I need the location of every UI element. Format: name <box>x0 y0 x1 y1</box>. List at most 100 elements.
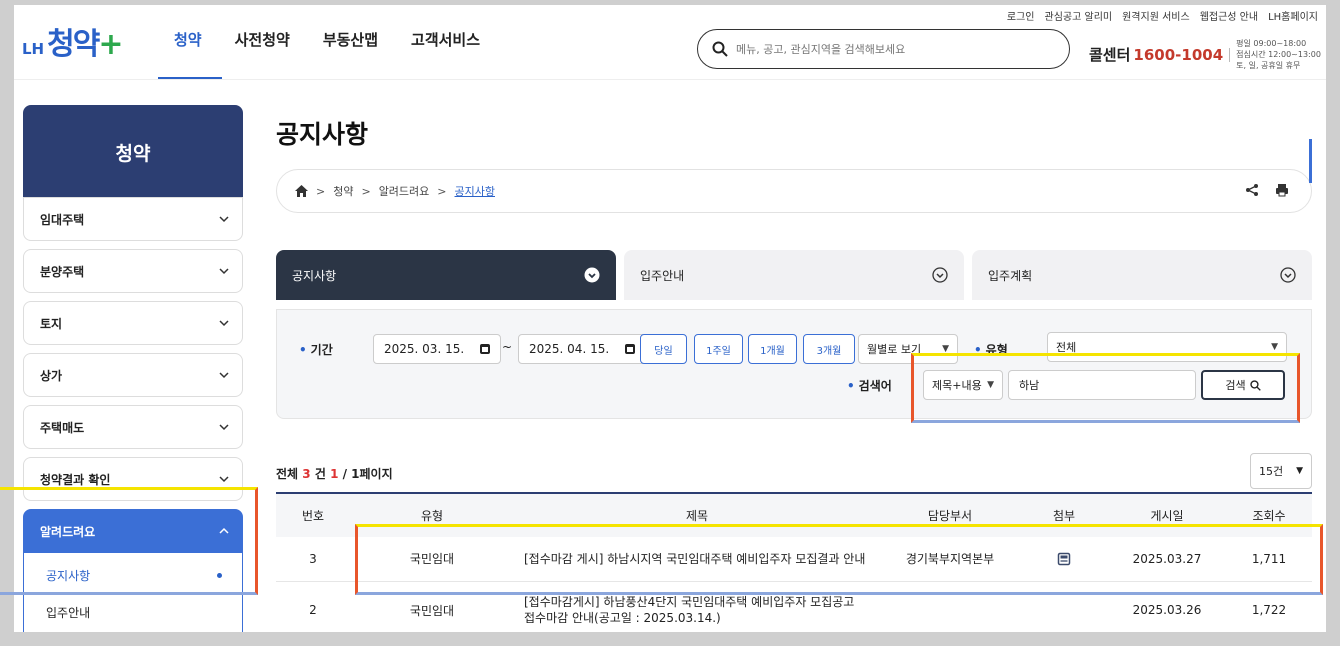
scroll-indicator <box>1309 139 1312 183</box>
table-header-row: 번호 유형 제목 담당부서 첨부 게시일 조회수 <box>276 493 1312 537</box>
sidebar-subitem-move-in[interactable]: 입주안내 <box>24 594 242 630</box>
sidebar-item-notices[interactable]: 알려드려요 <box>23 509 243 553</box>
summary-unit: 건 <box>314 467 326 481</box>
tab-move-in-plan[interactable]: 입주계획 <box>972 250 1312 300</box>
search-button[interactable]: 검색 <box>1201 370 1285 400</box>
period-1week-button[interactable]: 1주일 <box>694 334 743 364</box>
cell-title-link[interactable]: [접수마감 게시] 하남시지역 국민임대주택 예비입주자 모집결과 안내 <box>514 537 880 582</box>
utility-link-accessibility[interactable]: 웹접근성 안내 <box>1200 8 1258 23</box>
tab-label: 입주계획 <box>988 268 1033 283</box>
tab-label: 공지사항 <box>292 268 337 283</box>
col-header-views: 조회수 <box>1252 509 1286 523</box>
breadcrumb-item[interactable]: 알려드려요 <box>379 183 430 199</box>
sidebar-item-label: 분양주택 <box>40 264 85 279</box>
cell-title-link[interactable]: [접수마감게시] 하남풍산4단지 국민임대주택 예비입주자 모집공고 접수마감 … <box>514 581 880 632</box>
calendar-icon[interactable] <box>480 344 490 354</box>
period-label: 기간 <box>299 341 333 358</box>
view-mode-select[interactable]: 월별로 보기 ▼ <box>858 334 958 364</box>
caret-down-icon: ▼ <box>1271 342 1278 352</box>
gnb-item-pre-subscription[interactable]: 사전청약 <box>235 29 290 50</box>
type-value: 전체 <box>1056 341 1077 354</box>
keyword-scope-select[interactable]: 제목+내용 ▼ <box>923 370 1003 400</box>
breadcrumb-item[interactable]: 청약 <box>333 183 353 199</box>
site-search[interactable] <box>697 29 1070 69</box>
table-row[interactable]: 3 국민임대 [접수마감 게시] 하남시지역 국민임대주택 예비입주자 모집결과… <box>276 537 1312 582</box>
sidebar-item-results[interactable]: 청약결과 확인 <box>23 457 243 501</box>
chevron-down-icon <box>219 268 229 275</box>
cell-department: 경기북부지역본부 <box>880 537 1020 582</box>
call-center: 콜센터 1600-1004 평일 09:00~18:00 점심시간 12:00~… <box>1089 38 1321 71</box>
home-icon[interactable] <box>295 185 308 197</box>
search-icon <box>1249 379 1261 391</box>
date-to-value: 2025. 04. 15. <box>529 342 610 356</box>
summary-count: 3 <box>302 467 311 481</box>
period-1month-button[interactable]: 1개월 <box>748 334 797 364</box>
sidebar-item-land[interactable]: 토지 <box>23 301 243 345</box>
calendar-icon[interactable] <box>625 344 635 354</box>
keyword-input[interactable]: 하남 <box>1008 370 1196 400</box>
gnb-item-real-estate-map[interactable]: 부동산맵 <box>323 29 378 50</box>
tab-notice[interactable]: 공지사항 <box>276 250 616 300</box>
share-icon[interactable] <box>1245 183 1259 197</box>
page-size-select[interactable]: 15건 ▼ <box>1250 453 1312 489</box>
breadcrumb-separator: > <box>316 184 326 198</box>
cell-attachment <box>1020 537 1108 582</box>
sidebar-item-house-sale[interactable]: 주택매도 <box>23 405 243 449</box>
chevron-circle-down-icon <box>584 267 600 283</box>
chevron-down-icon <box>219 476 229 483</box>
chevron-down-icon <box>219 424 229 431</box>
date-from-field[interactable]: 2025. 03. 15. <box>373 334 501 364</box>
table-row[interactable]: 2 국민임대 [접수마감게시] 하남풍산4단지 국민임대주택 예비입주자 모집공… <box>276 581 1312 632</box>
logo-lh: LH <box>22 40 45 58</box>
search-button-label: 검색 <box>1225 379 1246 392</box>
date-to-field[interactable]: 2025. 04. 15. <box>518 334 646 364</box>
breadcrumb-separator: > <box>437 184 447 198</box>
hours-weekday: 평일 09:00~18:00 <box>1236 39 1307 48</box>
page-size-value: 15건 <box>1259 465 1284 478</box>
print-icon[interactable] <box>1275 183 1289 197</box>
sidebar-item-commercial[interactable]: 상가 <box>23 353 243 397</box>
sidebar-item-label: 상가 <box>40 368 63 383</box>
gnb-item-subscription[interactable]: 청약 <box>174 29 202 50</box>
page-title: 공지사항 <box>276 120 369 149</box>
caret-down-icon: ▼ <box>942 344 949 354</box>
search-filter: 기간 2025. 03. 15. ~ 2025. 04. 15. 당일 1주일 … <box>276 309 1312 419</box>
utility-link-alert[interactable]: 관심공고 알리미 <box>1045 8 1113 23</box>
cell-title-line: [접수마감게시] 하남풍산4단지 국민임대주택 예비입주자 모집공고 <box>524 595 855 609</box>
gnb-item-customer-service[interactable]: 고객서비스 <box>411 29 480 50</box>
sidebar-item-sale-housing[interactable]: 분양주택 <box>23 249 243 293</box>
notice-table: 번호 유형 제목 담당부서 첨부 게시일 조회수 3 국민임대 [접수마감 게시… <box>276 492 1312 632</box>
sidebar-item-rental-housing[interactable]: 임대주택 <box>23 197 243 241</box>
logo-name: 청약 <box>47 27 100 62</box>
caret-down-icon: ▼ <box>987 380 994 390</box>
tab-label: 입주안내 <box>640 268 685 283</box>
tab-move-in-guide[interactable]: 입주안내 <box>624 250 964 300</box>
cell-department <box>880 581 1020 632</box>
sidebar-subitem-label: 입주안내 <box>46 605 91 620</box>
call-center-number: 1600-1004 <box>1133 45 1224 64</box>
call-center-hours: 평일 09:00~18:00 점심시간 12:00~13:00 토, 일, 공휴… <box>1236 38 1321 71</box>
caret-down-icon: ▼ <box>1296 466 1303 476</box>
sidebar-item-label: 알려드려요 <box>40 524 96 539</box>
search-icon <box>712 41 728 57</box>
period-3month-button[interactable]: 3개월 <box>803 334 855 364</box>
breadcrumb-current[interactable]: 공지사항 <box>455 183 495 199</box>
result-summary: 전체 3 건 1 / 1페이지 <box>276 465 393 482</box>
utility-link-lh-home[interactable]: LH홈페이지 <box>1268 8 1318 23</box>
col-header-number: 번호 <box>301 509 325 523</box>
attachment-file-icon[interactable] <box>1057 552 1071 566</box>
type-select[interactable]: 전체 ▼ <box>1047 332 1287 362</box>
site-logo[interactable]: LH 청약 + <box>22 19 123 63</box>
sidebar-subitem-notice[interactable]: 공지사항 <box>24 557 242 593</box>
utility-link-login[interactable]: 로그인 <box>1007 8 1035 23</box>
breadcrumb-separator: > <box>361 184 371 198</box>
view-mode-value: 월별로 보기 <box>867 343 922 356</box>
type-label: 유형 <box>974 341 1008 358</box>
utility-link-remote[interactable]: 원격지원 서비스 <box>1122 8 1190 23</box>
sidebar-item-label: 청약결과 확인 <box>40 472 111 487</box>
period-today-button[interactable]: 당일 <box>640 334 687 364</box>
summary-pages: / 1페이지 <box>342 467 393 481</box>
chevron-down-icon <box>219 216 229 223</box>
cell-number: 3 <box>276 537 350 582</box>
search-input[interactable] <box>736 42 1036 56</box>
